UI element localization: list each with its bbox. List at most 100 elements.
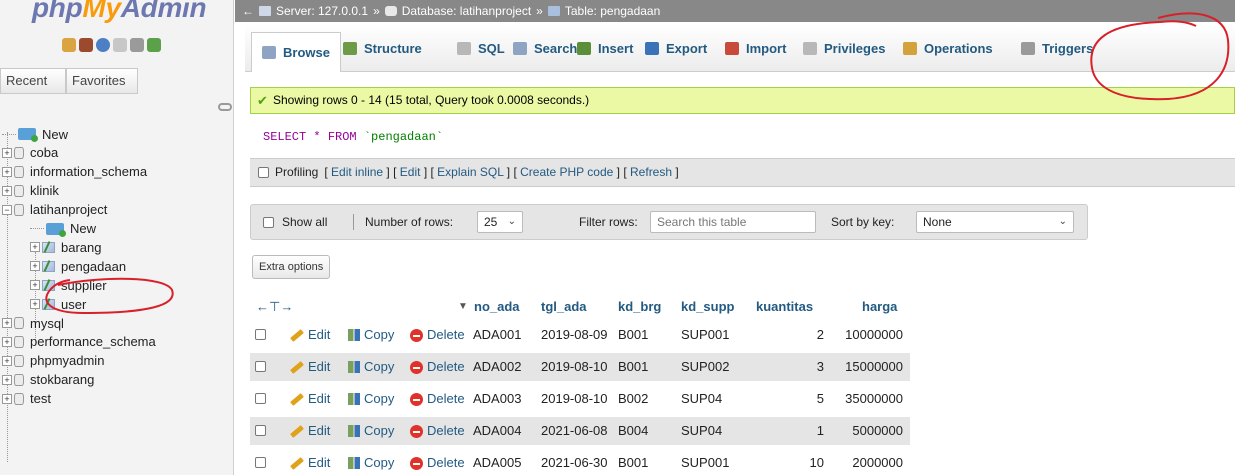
column-header-kd_supp[interactable]: kd_supp bbox=[681, 295, 734, 319]
cell-harga[interactable]: 2000000 bbox=[830, 449, 903, 475]
tab-structure[interactable]: Structure bbox=[343, 31, 422, 65]
cell-kd_brg[interactable]: B001 bbox=[618, 353, 648, 381]
column-header-no_ada[interactable]: no_ada bbox=[474, 295, 520, 319]
cell-harga[interactable]: 15000000 bbox=[830, 353, 903, 381]
cell-tgl_ada[interactable]: 2021-06-08 bbox=[541, 417, 608, 445]
cell-kuantitas[interactable]: 5 bbox=[790, 385, 824, 413]
link-with-main-icon[interactable] bbox=[218, 103, 232, 111]
expand-icon[interactable]: + bbox=[2, 374, 12, 385]
number-of-rows-select[interactable]: 25 ⌄ bbox=[477, 211, 523, 233]
delete-row-link[interactable]: Delete bbox=[410, 385, 465, 413]
tree-item-mysql[interactable]: + mysql bbox=[2, 313, 64, 333]
row-checkbox[interactable] bbox=[255, 425, 266, 436]
cell-no_ada[interactable]: ADA002 bbox=[473, 353, 521, 381]
cell-harga[interactable]: 10000000 bbox=[830, 321, 903, 349]
expand-icon[interactable]: + bbox=[30, 261, 40, 272]
cell-harga[interactable]: 35000000 bbox=[830, 385, 903, 413]
edit-query-link[interactable]: Edit bbox=[400, 165, 421, 179]
cell-no_ada[interactable]: ADA005 bbox=[473, 449, 521, 475]
collapse-arrow-icon[interactable]: ← bbox=[242, 0, 254, 22]
tree-item-supplier[interactable]: + supplier bbox=[30, 275, 107, 295]
delete-row-link[interactable]: Delete bbox=[410, 449, 465, 475]
tree-item-stokbarang[interactable]: + stokbarang bbox=[2, 370, 94, 390]
tree-item-pengadaan[interactable]: + pengadaan bbox=[30, 256, 126, 276]
column-header-harga[interactable]: harga bbox=[862, 295, 897, 319]
refresh-link[interactable]: Refresh bbox=[630, 165, 672, 179]
expand-icon[interactable]: + bbox=[30, 299, 40, 310]
cell-kd_supp[interactable]: SUP001 bbox=[681, 321, 729, 349]
column-header-kuantitas[interactable]: kuantitas bbox=[756, 295, 813, 319]
column-header-tgl_ada[interactable]: tgl_ada bbox=[541, 295, 587, 319]
help-icon[interactable] bbox=[96, 38, 110, 52]
cell-no_ada[interactable]: ADA003 bbox=[473, 385, 521, 413]
edit-row-link[interactable]: Edit bbox=[290, 353, 330, 381]
row-checkbox[interactable] bbox=[255, 457, 266, 468]
edit-row-link[interactable]: Edit bbox=[290, 385, 330, 413]
tab-privileges[interactable]: Privileges bbox=[803, 31, 885, 65]
cell-kd_brg[interactable]: B001 bbox=[618, 321, 648, 349]
tab-triggers[interactable]: Triggers bbox=[1021, 31, 1093, 65]
copy-row-link[interactable]: Copy bbox=[348, 353, 394, 381]
cell-kd_brg[interactable]: B002 bbox=[618, 385, 648, 413]
recent-tab[interactable]: Recent bbox=[0, 68, 66, 94]
docs-icon[interactable] bbox=[113, 38, 127, 52]
tree-item-new[interactable]: New bbox=[2, 124, 68, 144]
breadcrumb-database[interactable]: Database: latihanproject bbox=[402, 0, 531, 22]
edit-row-link[interactable]: Edit bbox=[290, 321, 330, 349]
expand-icon[interactable]: + bbox=[2, 318, 12, 328]
sort-by-key-select[interactable]: None ⌄ bbox=[916, 211, 1074, 233]
breadcrumb-table[interactable]: Table: pengadaan bbox=[565, 0, 660, 22]
home-icon[interactable] bbox=[62, 38, 76, 52]
cell-tgl_ada[interactable]: 2019-08-09 bbox=[541, 321, 608, 349]
create-php-code-link[interactable]: Create PHP code bbox=[520, 165, 613, 179]
cell-kd_brg[interactable]: B004 bbox=[618, 417, 648, 445]
column-arrows-icon[interactable]: ←⊤→ bbox=[256, 295, 293, 319]
column-header-kd_brg[interactable]: kd_brg bbox=[618, 295, 661, 319]
expand-icon[interactable]: + bbox=[2, 355, 12, 366]
reload-icon[interactable] bbox=[147, 38, 161, 52]
cell-tgl_ada[interactable]: 2021-06-30 bbox=[541, 449, 608, 475]
cell-kd_supp[interactable]: SUP04 bbox=[681, 417, 722, 445]
tab-browse[interactable]: Browse bbox=[251, 32, 341, 72]
cell-kd_supp[interactable]: SUP04 bbox=[681, 385, 722, 413]
tab-sql[interactable]: SQL bbox=[457, 31, 505, 65]
edit-row-link[interactable]: Edit bbox=[290, 449, 330, 475]
expand-icon[interactable]: + bbox=[2, 166, 12, 177]
cell-tgl_ada[interactable]: 2019-08-10 bbox=[541, 385, 608, 413]
show-all-control[interactable]: Show all bbox=[263, 205, 327, 239]
settings-gear-icon[interactable] bbox=[130, 38, 144, 52]
tree-item-user[interactable]: + user bbox=[30, 294, 86, 314]
tab-import[interactable]: Import bbox=[725, 31, 786, 65]
tab-insert[interactable]: Insert bbox=[577, 31, 633, 65]
edit-row-link[interactable]: Edit bbox=[290, 417, 330, 445]
row-checkbox[interactable] bbox=[255, 361, 266, 372]
tree-item-coba[interactable]: + coba bbox=[2, 143, 58, 163]
expand-icon[interactable]: + bbox=[2, 336, 12, 347]
extra-options-button[interactable]: Extra options bbox=[252, 255, 331, 279]
cell-tgl_ada[interactable]: 2019-08-10 bbox=[541, 353, 608, 381]
explain-sql-link[interactable]: Explain SQL bbox=[437, 165, 503, 179]
copy-row-link[interactable]: Copy bbox=[348, 417, 394, 445]
copy-row-link[interactable]: Copy bbox=[348, 385, 394, 413]
expand-icon[interactable]: + bbox=[2, 393, 12, 404]
copy-row-link[interactable]: Copy bbox=[348, 449, 394, 475]
phpmyadmin-logo[interactable]: phpMyAdmin bbox=[32, 0, 207, 24]
cell-kuantitas[interactable]: 3 bbox=[790, 353, 824, 381]
filter-rows-input[interactable]: Search this table bbox=[650, 211, 816, 233]
breadcrumb-server[interactable]: Server: 127.0.0.1 bbox=[276, 0, 368, 22]
expand-icon[interactable]: + bbox=[2, 185, 12, 196]
expand-icon[interactable]: + bbox=[30, 242, 40, 253]
delete-row-link[interactable]: Delete bbox=[410, 321, 465, 349]
cell-kd_supp[interactable]: SUP002 bbox=[681, 353, 729, 381]
tree-item-klinik[interactable]: + klinik bbox=[2, 181, 59, 201]
cell-kuantitas[interactable]: 2 bbox=[790, 321, 824, 349]
delete-row-link[interactable]: Delete bbox=[410, 353, 465, 381]
cell-no_ada[interactable]: ADA004 bbox=[473, 417, 521, 445]
tab-operations[interactable]: Operations bbox=[903, 31, 993, 65]
cell-no_ada[interactable]: ADA001 bbox=[473, 321, 521, 349]
delete-row-link[interactable]: Delete bbox=[410, 417, 465, 445]
tree-item-new[interactable]: New bbox=[30, 219, 96, 239]
tree-item-barang[interactable]: + barang bbox=[30, 237, 101, 257]
copy-row-link[interactable]: Copy bbox=[348, 321, 394, 349]
tree-item-performance_schema[interactable]: + performance_schema bbox=[2, 332, 156, 352]
